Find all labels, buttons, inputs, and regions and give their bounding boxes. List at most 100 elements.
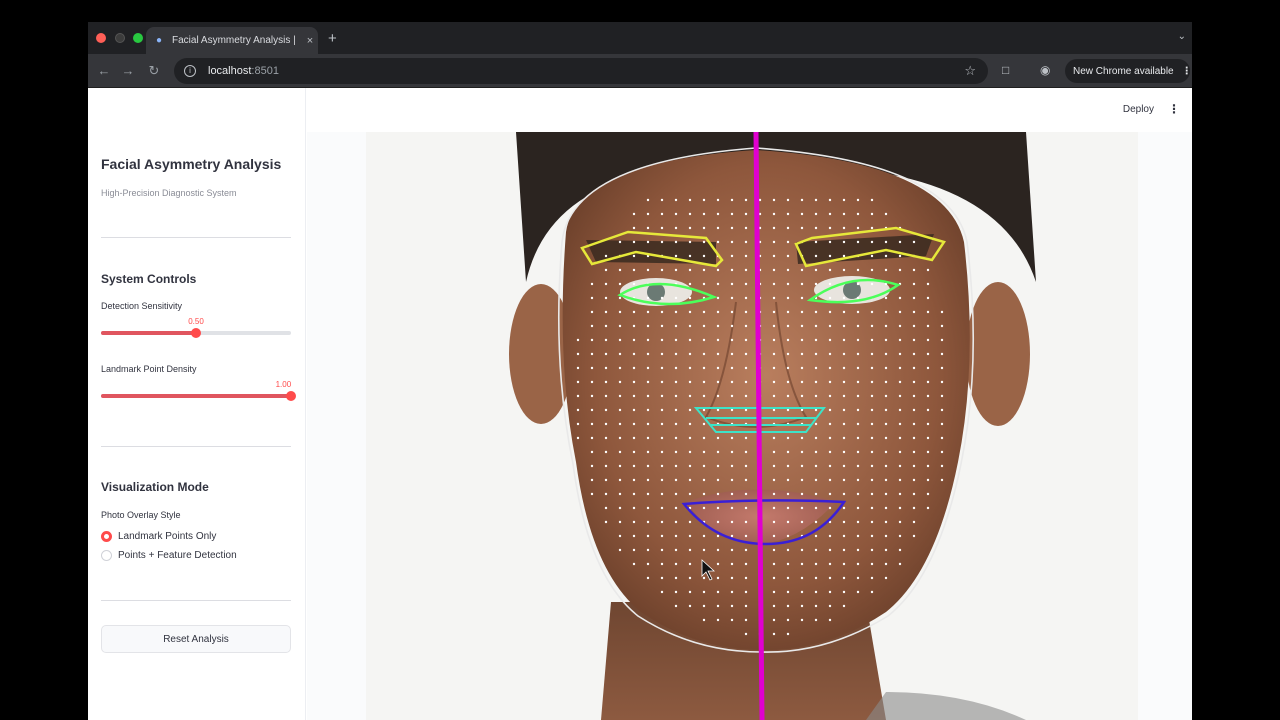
landmark-point (842, 268, 846, 272)
landmark-point (730, 478, 734, 482)
slider-thumb[interactable] (191, 328, 201, 338)
landmark-point (870, 436, 874, 440)
landmark-point (702, 212, 706, 216)
reload-icon[interactable]: ↻ (146, 63, 162, 79)
landmark-point (912, 352, 916, 356)
landmark-point (800, 492, 804, 496)
landmark-point (730, 450, 734, 454)
landmark-point (940, 478, 944, 482)
chevron-down-icon[interactable]: ⌄ (1178, 31, 1186, 42)
puzzle-icon[interactable]: □ (1002, 63, 1009, 77)
maximize-window-button[interactable] (133, 33, 143, 43)
landmark-point (604, 282, 608, 286)
landmark-point (730, 226, 734, 230)
landmark-point (912, 380, 916, 384)
landmark-point (828, 408, 832, 412)
radio-points-feature-detection[interactable]: Points + Feature Detection (101, 550, 237, 561)
landmark-point (898, 254, 902, 258)
landmark-point (884, 394, 888, 398)
landmark-point (856, 394, 860, 398)
tab-active[interactable]: ● Facial Asymmetry Analysis | × (146, 27, 318, 54)
new-chrome-available-button[interactable]: New Chrome available ⋮ (1065, 59, 1192, 83)
landmark-point (870, 352, 874, 356)
landmark-point (940, 338, 944, 342)
landmark-point (800, 548, 804, 552)
landmark-point (618, 422, 622, 426)
arrow-right-icon[interactable]: → (120, 63, 136, 78)
tab-close-icon[interactable]: × (302, 35, 318, 47)
landmark-point (786, 576, 790, 580)
landmark-point (730, 506, 734, 510)
landmark-point (786, 352, 790, 356)
landmark-point (828, 296, 832, 300)
close-window-button[interactable] (96, 33, 106, 43)
info-icon[interactable]: i (184, 65, 196, 77)
landmark-point (856, 380, 860, 384)
landmark-point (744, 548, 748, 552)
landmark-density-slider[interactable]: 1.00 (101, 380, 296, 401)
landmark-point (618, 534, 622, 538)
landmark-point (842, 212, 846, 216)
deploy-button[interactable]: Deploy (1123, 104, 1154, 115)
slider-thumb[interactable] (286, 391, 296, 401)
landmark-point (716, 604, 720, 608)
landmark-point (730, 310, 734, 314)
landmark-point (842, 562, 846, 566)
arrow-left-icon[interactable]: ← (96, 63, 112, 78)
radio-selected-icon[interactable] (101, 531, 112, 542)
landmark-point (744, 380, 748, 384)
radio-landmark-points-only[interactable]: Landmark Points Only (101, 531, 216, 542)
landmark-point (898, 310, 902, 314)
landmark-point (898, 478, 902, 482)
landmark-point (814, 534, 818, 538)
landmark-point (786, 380, 790, 384)
landmark-point (786, 310, 790, 314)
landmark-point (632, 520, 636, 524)
landmark-point (842, 478, 846, 482)
landmark-point (786, 618, 790, 622)
landmark-point (842, 324, 846, 328)
landmark-point (702, 450, 706, 454)
landmark-point (856, 268, 860, 272)
reset-analysis-button[interactable]: Reset Analysis (101, 625, 291, 653)
landmark-point (912, 296, 916, 300)
landmark-point (674, 198, 678, 202)
radio-unselected-icon[interactable] (101, 550, 112, 561)
landmark-point (884, 240, 888, 244)
star-icon[interactable]: ☆ (964, 63, 976, 79)
landmark-point (646, 394, 650, 398)
landmark-point (786, 506, 790, 510)
profile-icon[interactable]: ◉ (1040, 63, 1050, 77)
landmark-point (912, 324, 916, 328)
landmark-point (786, 338, 790, 342)
landmark-point (828, 198, 832, 202)
kebab-icon[interactable]: ⋮ (1182, 66, 1192, 77)
landmark-point (604, 394, 608, 398)
landmark-point (730, 394, 734, 398)
landmark-point (828, 618, 832, 622)
landmark-point (646, 352, 650, 356)
landmark-point (772, 534, 776, 538)
minimize-window-button[interactable] (115, 33, 125, 43)
app-subtitle: High-Precision Diagnostic System (101, 188, 237, 198)
landmark-point (870, 478, 874, 482)
address-bar[interactable]: i localhost:8501 ☆ (174, 58, 988, 84)
landmark-point (604, 352, 608, 356)
landmark-point (772, 548, 776, 552)
landmark-point (674, 478, 678, 482)
detection-sensitivity-slider[interactable]: 0.50 (101, 317, 291, 338)
landmark-point (940, 394, 944, 398)
landmark-point (604, 478, 608, 482)
landmark-point (842, 576, 846, 580)
landmark-point (674, 576, 678, 580)
landmark-point (646, 226, 650, 230)
landmark-point (716, 366, 720, 370)
kebab-icon[interactable]: ⋮ (1168, 102, 1180, 116)
landmark-point (870, 338, 874, 342)
landmark-point (744, 436, 748, 440)
new-tab-button[interactable]: + (328, 30, 337, 47)
landmark-point (926, 464, 930, 468)
landmark-point (940, 464, 944, 468)
landmark-point (814, 562, 818, 566)
landmark-point (842, 590, 846, 594)
